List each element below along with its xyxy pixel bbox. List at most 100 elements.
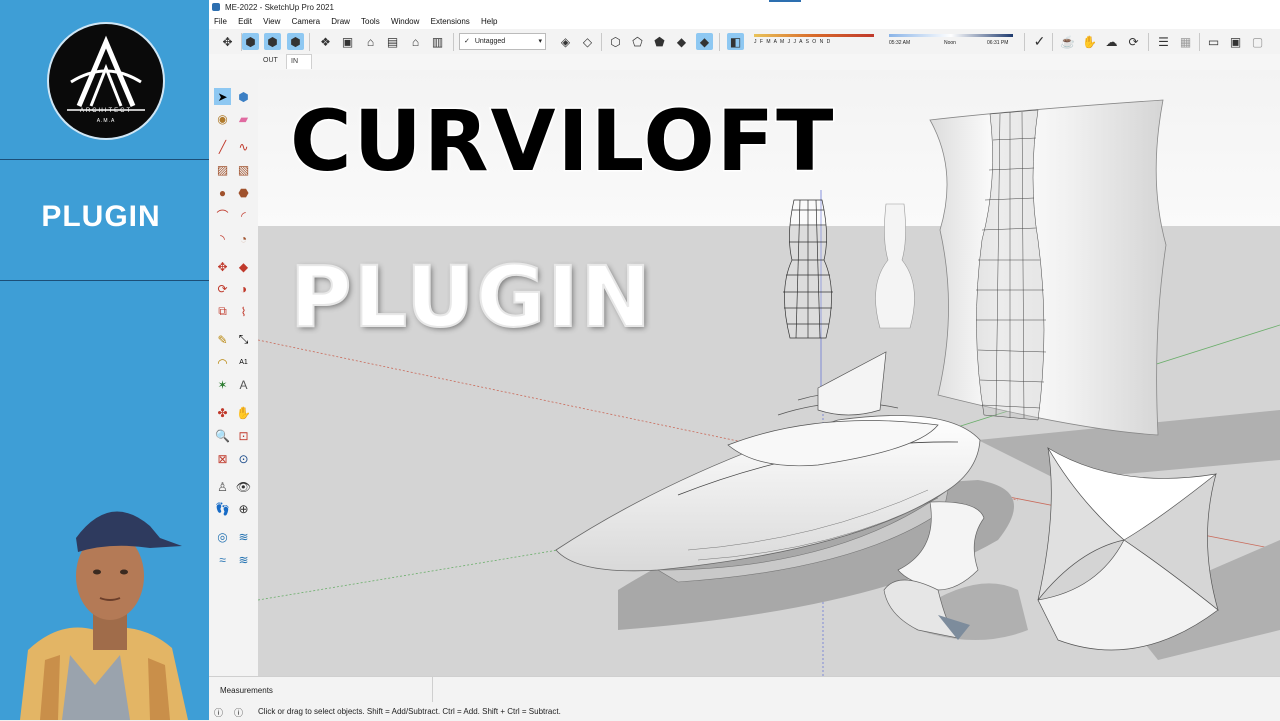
component-icon[interactable]: ❖ bbox=[317, 33, 334, 50]
shaded-icon[interactable]: ⬟ bbox=[651, 33, 668, 50]
tool-palette: ➤ ⬢ ◉ ▰ ╱ ∿ ▨ ▧ ● ⬣ ⌒ ◜ ◝ ◔ ✥ ◆ ⟳ ◑ ⧉ ⌇ … bbox=[209, 70, 259, 676]
tape-measure-icon[interactable]: ✎ bbox=[214, 331, 231, 348]
sandbox-icon[interactable]: ◎ bbox=[214, 528, 231, 545]
push-pull-icon[interactable]: ◆ bbox=[235, 258, 252, 275]
tab-in[interactable]: IN bbox=[286, 54, 312, 69]
line-tool-icon[interactable]: ╱ bbox=[214, 138, 231, 155]
box-icon[interactable]: ▣ bbox=[339, 33, 356, 50]
info-icon[interactable]: ⓘ bbox=[234, 706, 243, 719]
cloud-icon[interactable]: ☁ bbox=[1103, 33, 1120, 50]
rectangle-icon[interactable]: ▨ bbox=[214, 161, 231, 178]
top-view-icon[interactable]: ⬢ bbox=[264, 33, 281, 50]
polygon-icon[interactable]: ⬣ bbox=[235, 184, 252, 201]
teapot-icon[interactable]: ☕ bbox=[1059, 33, 1076, 50]
protractor-icon[interactable]: ◠ bbox=[214, 354, 231, 371]
extension-icon[interactable]: ▥ bbox=[429, 33, 446, 50]
rotate-icon[interactable]: ⟳ bbox=[214, 280, 231, 297]
toolbar-separator bbox=[1024, 33, 1025, 51]
monochrome-icon[interactable]: ◆ bbox=[696, 33, 713, 50]
hidden-line-icon[interactable]: ⬠ bbox=[629, 33, 646, 50]
modeling-viewport[interactable]: CURVILOFT PLUGIN bbox=[258, 70, 1280, 676]
menu-view[interactable]: View bbox=[263, 17, 280, 26]
warehouse-icon[interactable]: ▤ bbox=[384, 33, 401, 50]
stamp-icon[interactable]: ≋ bbox=[235, 528, 252, 545]
drape-icon[interactable]: ≈ bbox=[214, 551, 231, 568]
pie-icon[interactable]: ◔ bbox=[235, 230, 252, 247]
textures-icon[interactable]: ◆ bbox=[673, 33, 690, 50]
look-around-icon[interactable]: 👁 bbox=[235, 478, 252, 495]
move-icon[interactable]: ✥ bbox=[214, 258, 231, 275]
shadows-icon[interactable]: ◧ bbox=[727, 33, 744, 50]
wireframe-icon[interactable]: ⬡ bbox=[607, 33, 624, 50]
rotated-rect-icon[interactable]: ▧ bbox=[235, 161, 252, 178]
menu-help[interactable]: Help bbox=[481, 17, 497, 26]
offset-icon[interactable]: ⌇ bbox=[235, 303, 252, 320]
section-plane-icon[interactable]: ⊕ bbox=[235, 500, 252, 517]
time-slider[interactable]: 05:32 AM Noon 06:31 PM bbox=[889, 34, 1013, 50]
geolocation-icon[interactable]: ⓘ bbox=[214, 706, 223, 719]
check-icon[interactable]: ✓ bbox=[1031, 33, 1048, 50]
menu-extensions[interactable]: Extensions bbox=[431, 17, 470, 26]
dialog-icon[interactable]: ▣ bbox=[1227, 33, 1244, 50]
toolbar-separator bbox=[1148, 33, 1149, 51]
circle-icon[interactable]: ● bbox=[214, 184, 231, 201]
text-tool-icon[interactable]: A1 bbox=[235, 354, 252, 371]
menu-edit[interactable]: Edit bbox=[238, 17, 252, 26]
pan-icon[interactable]: ✋ bbox=[235, 404, 252, 421]
months-labels: J F M A M J J A S O N D bbox=[754, 39, 832, 45]
toolbar-separator bbox=[309, 33, 310, 51]
walk-icon[interactable]: 👣 bbox=[214, 500, 231, 517]
select-tool-icon[interactable]: ➤ bbox=[214, 88, 231, 105]
scale-icon[interactable]: ⧉ bbox=[214, 303, 231, 320]
house-icon[interactable]: ⌂ bbox=[362, 33, 379, 50]
time-end: 06:31 PM bbox=[987, 40, 1009, 46]
follow-me-icon[interactable]: ◑ bbox=[235, 280, 252, 297]
previous-view-icon[interactable]: ⊙ bbox=[235, 450, 252, 467]
make-component-icon[interactable]: ⬢ bbox=[235, 88, 252, 105]
zoom-extents-icon[interactable]: ⊠ bbox=[214, 450, 231, 467]
3d-text-icon[interactable]: A bbox=[235, 376, 252, 393]
position-camera-icon[interactable]: ♙ bbox=[214, 478, 231, 495]
iso-view-icon[interactable]: ⬢ bbox=[242, 33, 259, 50]
hand-icon[interactable]: ✋ bbox=[1081, 33, 1098, 50]
months-slider[interactable]: J F M A M J J A S O N D bbox=[754, 34, 874, 50]
dimension-icon[interactable]: ⤡ bbox=[235, 331, 252, 348]
refresh-icon[interactable]: ⟳ bbox=[1125, 33, 1142, 50]
eraser-icon[interactable]: ▰ bbox=[235, 110, 252, 127]
tab-out[interactable]: OUT bbox=[259, 54, 282, 68]
menu-file[interactable]: File bbox=[214, 17, 227, 26]
layers-icon[interactable]: ☰ bbox=[1155, 33, 1172, 50]
arc-icon[interactable]: ⌒ bbox=[214, 207, 231, 224]
orbit-icon[interactable]: ✥ bbox=[219, 33, 236, 50]
zoom-icon[interactable]: 🔍 bbox=[214, 427, 231, 444]
axes-icon[interactable]: ✶ bbox=[214, 376, 231, 393]
tag-select-value: Untagged bbox=[474, 38, 506, 45]
time-start: 05:32 AM bbox=[889, 40, 911, 46]
window-icon[interactable]: ▭ bbox=[1205, 33, 1222, 50]
menu-draw[interactable]: Draw bbox=[331, 17, 350, 26]
wireframe-vase bbox=[783, 199, 833, 339]
section-tabs: OUT IN bbox=[209, 54, 1280, 70]
two-point-arc-icon[interactable]: ◜ bbox=[235, 207, 252, 224]
paint-bucket-icon[interactable]: ◉ bbox=[214, 110, 231, 127]
divider bbox=[0, 159, 209, 160]
xray-icon[interactable]: ◈ bbox=[557, 33, 574, 50]
menu-tools[interactable]: Tools bbox=[361, 17, 380, 26]
tag-select[interactable]: ✓ Untagged ▾ bbox=[459, 33, 546, 50]
panel-icon[interactable]: ▦ bbox=[1177, 33, 1194, 50]
home-outline-icon[interactable]: ⌂ bbox=[407, 33, 424, 50]
three-point-arc-icon[interactable]: ◝ bbox=[214, 230, 231, 247]
more-icon[interactable]: ▢ bbox=[1249, 33, 1266, 50]
menu-camera[interactable]: Camera bbox=[292, 17, 320, 26]
freehand-icon[interactable]: ∿ bbox=[235, 138, 252, 155]
backedges-icon[interactable]: ◇ bbox=[579, 33, 596, 50]
menu-window[interactable]: Window bbox=[391, 17, 419, 26]
flip-edge-icon[interactable]: ≋ bbox=[235, 551, 252, 568]
toolbar-separator bbox=[719, 33, 720, 51]
orbit-tool-icon[interactable]: ✤ bbox=[214, 404, 231, 421]
overlay-title-line1: CURVILOFT bbox=[288, 91, 836, 192]
zoom-window-icon[interactable]: ⊡ bbox=[235, 427, 252, 444]
brand-panel: ARCHITECT A.M.A PLUGIN bbox=[0, 0, 209, 720]
toolbar-separator bbox=[1199, 33, 1200, 51]
front-view-icon[interactable]: ⬢ bbox=[287, 33, 304, 50]
